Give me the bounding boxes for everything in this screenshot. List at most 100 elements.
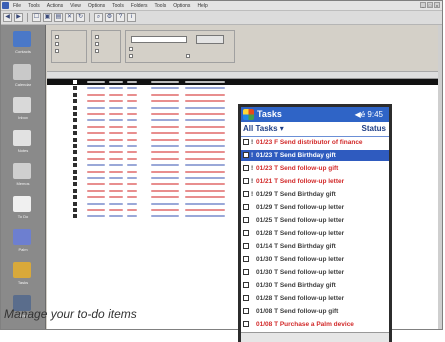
delete-icon[interactable]: ✕ [65, 13, 74, 22]
outlook-bar-item[interactable]: Memos [1, 161, 45, 195]
filter-option[interactable] [186, 54, 190, 58]
menu-item[interactable]: Folders [131, 2, 148, 10]
task-checkbox[interactable] [243, 152, 249, 158]
task-checkbox[interactable] [243, 282, 249, 288]
table-cell [127, 87, 137, 90]
task-title: 01/28 T Send follow-up letter [256, 295, 345, 302]
table-cell [185, 189, 225, 192]
task-icon [73, 144, 77, 148]
ppc-task-row[interactable]: 01/25 T Send follow-up letter [241, 215, 389, 226]
task-checkbox[interactable] [243, 243, 249, 249]
task-checkbox[interactable] [243, 295, 249, 301]
save-icon[interactable]: ▣ [43, 13, 52, 22]
back-icon[interactable]: ◀ [3, 13, 12, 22]
ppc-task-row[interactable]: ! 01/29 T Send Birthday gift [241, 189, 389, 200]
menu-item[interactable]: Actions [47, 2, 63, 10]
task-checkbox[interactable] [243, 178, 249, 184]
task-title: 01/30 T Send follow-up letter [256, 256, 345, 263]
menu-item[interactable]: Tools [28, 2, 40, 10]
task-checkbox[interactable] [243, 230, 249, 236]
outlook-bar-item[interactable]: To Do [1, 194, 45, 228]
task-checkbox[interactable] [243, 191, 249, 197]
minimize-button[interactable]: _ [420, 2, 426, 8]
menu-item[interactable]: Options [173, 2, 190, 10]
filter-option[interactable] [95, 35, 99, 39]
table-cell [151, 87, 179, 90]
table-cell [127, 177, 137, 179]
close-button[interactable]: x [434, 2, 440, 8]
filter-option[interactable] [55, 35, 59, 39]
ppc-category-filter[interactable]: All Tasks ▾ [243, 122, 284, 136]
filter-button[interactable] [196, 35, 224, 44]
ppc-task-row[interactable]: 01/30 T Send Birthday gift [241, 280, 389, 291]
ppc-task-row[interactable]: 01/28 T Send follow-up letter [241, 293, 389, 304]
task-checkbox[interactable] [243, 204, 249, 210]
table-cell [87, 177, 105, 179]
menu-item[interactable]: Options [88, 2, 105, 10]
outlook-bar-item[interactable]: Contacts [1, 29, 45, 63]
options-icon[interactable]: ⚙ [105, 13, 114, 22]
table-cell [185, 170, 225, 173]
start-menu-icon[interactable] [243, 109, 254, 120]
task-checkbox[interactable] [243, 165, 249, 171]
table-row[interactable] [47, 79, 442, 85]
ppc-task-row[interactable]: 01/14 T Send Birthday gift [241, 241, 389, 252]
ppc-task-row[interactable]: ! 01/23 T Send Birthday gift [241, 150, 389, 161]
outlook-bar-item[interactable]: Palm [1, 227, 45, 261]
filter-option[interactable] [55, 49, 59, 53]
menu-item[interactable]: Tools [112, 2, 124, 10]
task-checkbox[interactable] [243, 139, 249, 145]
task-checkbox[interactable] [243, 321, 249, 327]
ppc-sort-by[interactable]: Status [362, 122, 386, 136]
ppc-task-row[interactable]: ! 01/21 T Send follow-up letter [241, 176, 389, 187]
table-row[interactable] [47, 92, 442, 98]
ppc-task-row[interactable]: 01/28 T Send follow-up letter [241, 228, 389, 239]
new-icon[interactable]: ☐ [32, 13, 41, 22]
task-icon [73, 86, 77, 91]
filter-option[interactable] [95, 49, 99, 53]
ppc-task-row[interactable]: ! 01/23 F Send distributor of finance [241, 137, 389, 148]
ppc-clock[interactable]: ◀é 9:45 [355, 107, 383, 122]
table-cell [185, 87, 225, 90]
window-controls: _ □ x [420, 2, 440, 8]
outlook-bar-item[interactable]: Calendar [1, 62, 45, 96]
menu-item[interactable]: Tools [155, 2, 167, 10]
info-icon[interactable]: i [127, 13, 136, 22]
filter-option[interactable] [95, 42, 99, 46]
table-cell [185, 81, 225, 83]
scrollbar[interactable] [438, 25, 442, 329]
ppc-task-row[interactable]: 01/29 T Send follow-up letter [241, 202, 389, 213]
table-cell [151, 106, 179, 109]
task-title: 01/08 T Purchase a Palm device [256, 321, 354, 328]
menu-item[interactable]: View [70, 2, 81, 10]
find-icon[interactable]: ⌕ [94, 13, 103, 22]
outlook-bar-item[interactable]: Notes [1, 128, 45, 162]
filter-option[interactable] [129, 54, 133, 58]
outlook-bar-item[interactable]: Tasks [1, 260, 45, 294]
table-cell [109, 202, 123, 205]
ppc-task-row[interactable]: 01/08 T Purchase a Palm device [241, 319, 389, 330]
ppc-app-title: Tasks [257, 109, 282, 119]
task-checkbox[interactable] [243, 217, 249, 223]
task-checkbox[interactable] [243, 269, 249, 275]
task-checkbox[interactable] [243, 308, 249, 314]
menu-item[interactable]: File [13, 2, 21, 10]
ppc-task-row[interactable]: 01/30 T Send follow-up letter [241, 254, 389, 265]
task-title: 01/21 T Send follow-up letter [256, 178, 345, 185]
ppc-task-row[interactable]: 01/08 T Send follow-up gift [241, 306, 389, 317]
filter-option[interactable] [55, 42, 59, 46]
outlook-bar-item[interactable]: Inbox [1, 95, 45, 129]
ppc-task-row[interactable]: 01/30 T Send follow-up letter [241, 267, 389, 278]
print-icon[interactable]: ▤ [54, 13, 63, 22]
maximize-button[interactable]: □ [427, 2, 433, 8]
help-icon[interactable]: ? [116, 13, 125, 22]
table-row[interactable] [47, 85, 442, 91]
table-cell [185, 183, 225, 186]
menu-item[interactable]: Help [197, 2, 207, 10]
forward-icon[interactable]: ▶ [14, 13, 23, 22]
sync-icon[interactable]: ↻ [76, 13, 85, 22]
filter-option[interactable] [129, 47, 133, 51]
task-checkbox[interactable] [243, 256, 249, 262]
category-dropdown[interactable] [131, 36, 187, 43]
ppc-task-row[interactable]: ! 01/23 T Send follow-up gift [241, 163, 389, 174]
